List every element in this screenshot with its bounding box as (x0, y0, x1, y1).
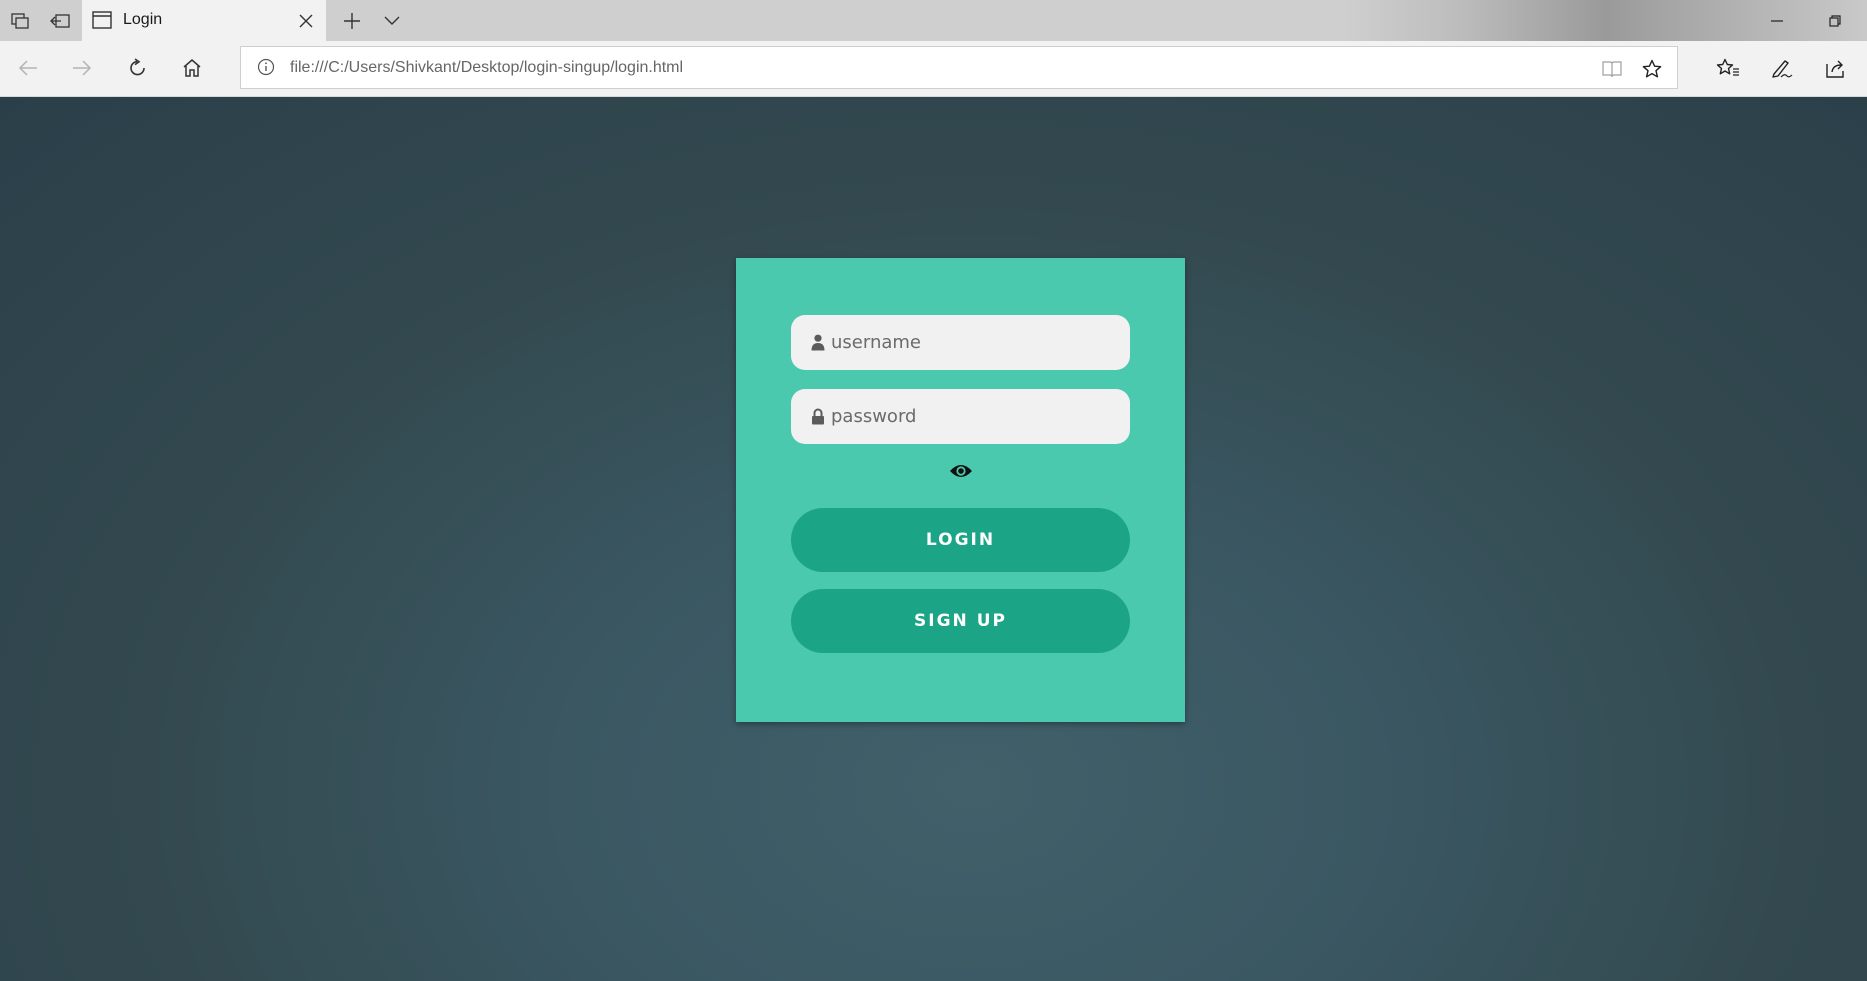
tabs-aside-icon[interactable] (0, 0, 40, 41)
back-arrow-icon[interactable] (8, 48, 48, 88)
page-icon (92, 11, 112, 34)
restore-tabs-icon[interactable] (40, 0, 80, 41)
page-viewport: LOGIN SIGN UP (0, 97, 1867, 981)
lock-icon (811, 408, 825, 425)
tab-title: Login (123, 11, 163, 28)
eye-icon[interactable] (949, 463, 973, 479)
signup-button[interactable]: SIGN UP (791, 589, 1130, 653)
forward-arrow-icon[interactable] (62, 48, 102, 88)
plus-icon[interactable] (332, 0, 372, 41)
info-icon[interactable] (257, 58, 275, 81)
login-button[interactable]: LOGIN (791, 508, 1130, 572)
password-field[interactable] (791, 389, 1130, 444)
password-input[interactable] (831, 389, 1111, 444)
navigation-bar: file:///C:/Users/Shivkant/Desktop/login-… (0, 41, 1867, 97)
user-icon (811, 334, 825, 351)
favorites-icon[interactable] (1708, 48, 1748, 88)
star-icon[interactable] (1639, 56, 1665, 82)
pen-icon[interactable] (1762, 48, 1802, 88)
username-field[interactable] (791, 315, 1130, 370)
chevron-down-icon[interactable] (372, 0, 412, 41)
tab-login[interactable]: Login (82, 0, 326, 41)
reading-view-icon[interactable] (1599, 56, 1625, 82)
close-icon[interactable] (294, 9, 318, 33)
minimize-icon[interactable] (1752, 0, 1802, 41)
browser-window: Login file:///C:/Users/Shivkant/Desktop/… (0, 0, 1867, 981)
share-icon[interactable] (1816, 48, 1856, 88)
restore-icon[interactable] (1810, 0, 1860, 41)
address-bar[interactable]: file:///C:/Users/Shivkant/Desktop/login-… (240, 46, 1678, 89)
address-url[interactable]: file:///C:/Users/Shivkant/Desktop/login-… (290, 59, 683, 77)
home-icon[interactable] (172, 48, 212, 88)
tab-strip: Login (0, 0, 1867, 41)
refresh-icon[interactable] (118, 48, 158, 88)
login-card: LOGIN SIGN UP (736, 258, 1185, 722)
username-input[interactable] (831, 315, 1111, 370)
